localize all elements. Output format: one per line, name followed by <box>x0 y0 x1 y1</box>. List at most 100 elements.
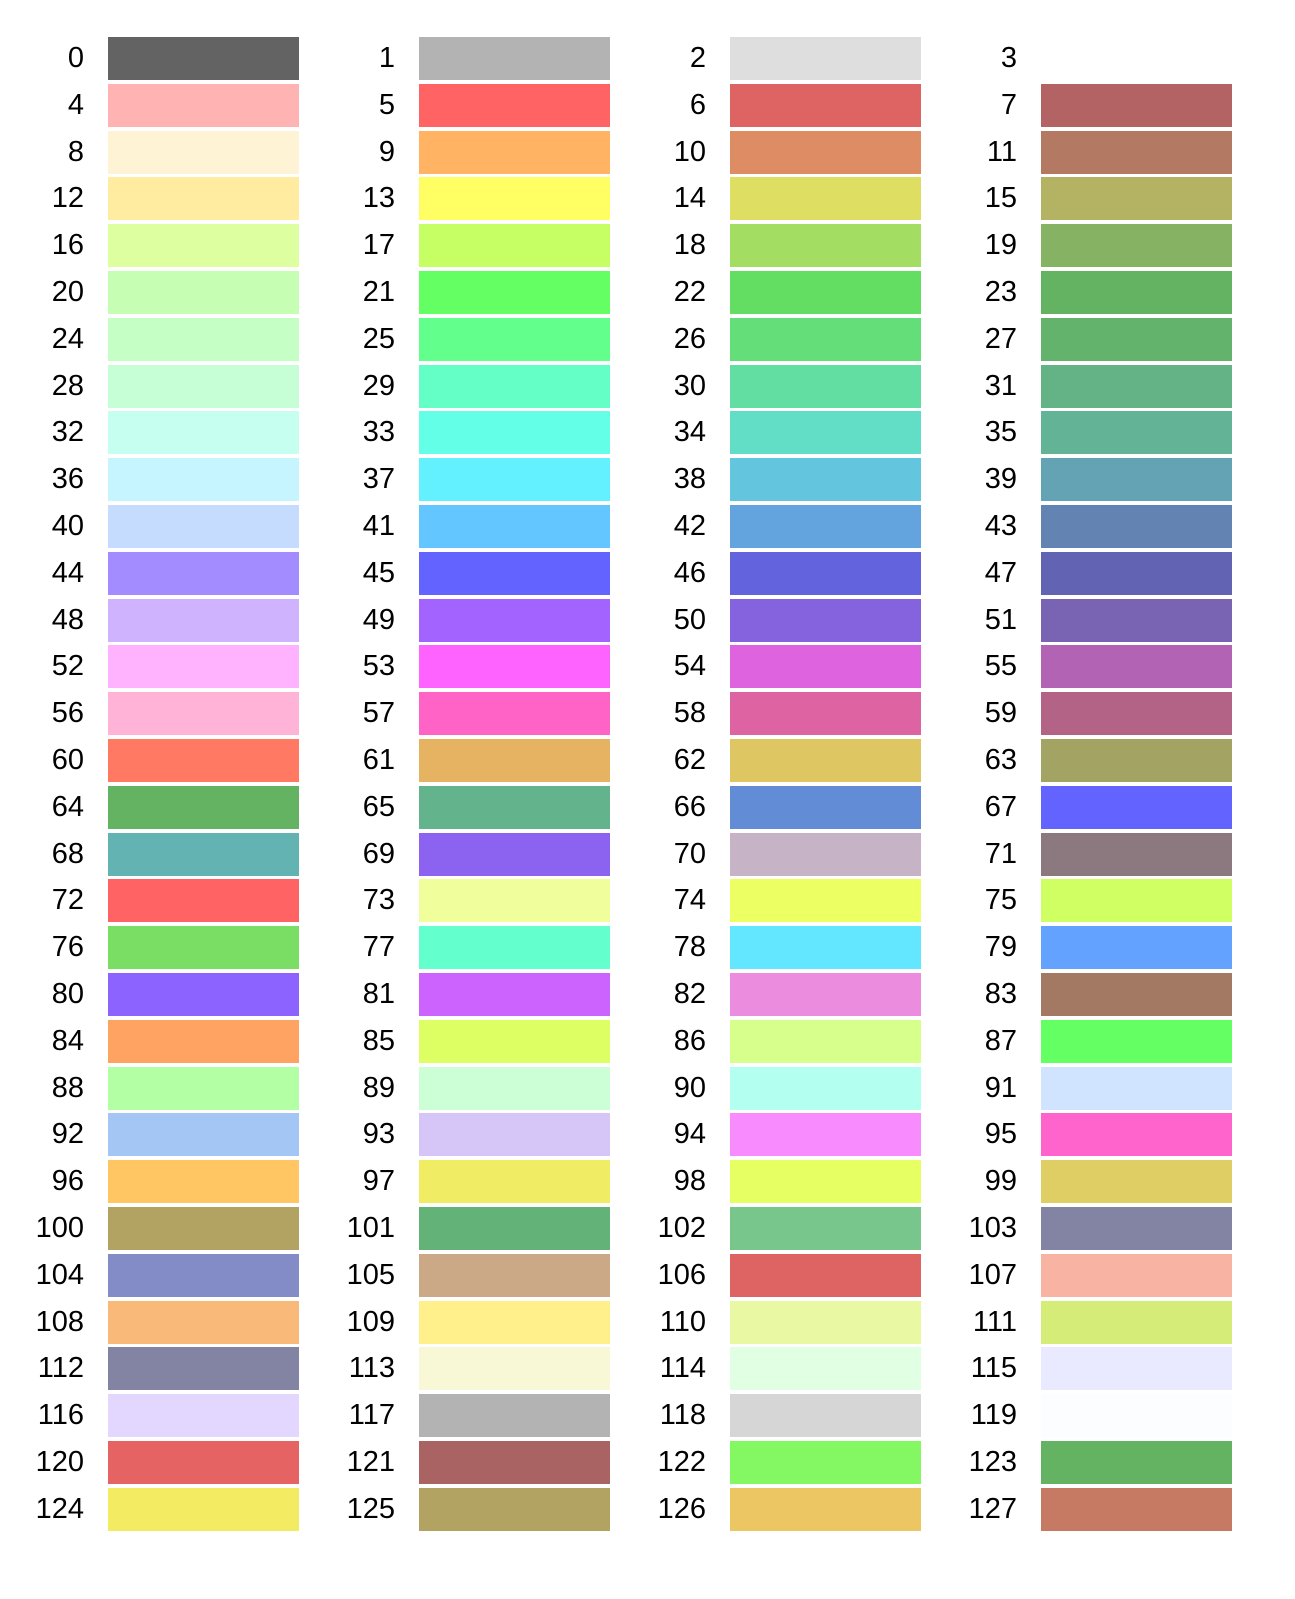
palette-entry-37: 37 <box>310 458 610 502</box>
palette-index-label: 3 <box>1000 42 1017 74</box>
palette-entry-54: 54 <box>621 645 921 689</box>
color-swatch <box>730 1066 921 1110</box>
palette-entry-81: 81 <box>310 973 610 1016</box>
palette-index-label: 120 <box>35 1446 84 1478</box>
palette-entry-103: 103 <box>932 1207 1232 1250</box>
palette-entry-24: 24 <box>0 317 299 361</box>
palette-entry-0: 0 <box>0 37 299 80</box>
palette-entry-5: 5 <box>310 83 610 127</box>
color-swatch <box>1041 83 1232 127</box>
color-swatch <box>730 1019 921 1063</box>
palette-entry-115: 115 <box>932 1347 1232 1391</box>
palette-entry-17: 17 <box>310 224 610 268</box>
palette-index-label: 7 <box>1000 88 1017 121</box>
palette-entry-120: 120 <box>0 1441 299 1484</box>
palette-index-label: 99 <box>984 1165 1017 1198</box>
palette-index-label: 60 <box>51 744 84 776</box>
palette-index-label: 76 <box>51 931 84 964</box>
color-swatch <box>1041 1394 1232 1438</box>
palette-entry-89: 89 <box>310 1066 610 1110</box>
palette-index-label: 106 <box>657 1258 706 1291</box>
palette-entry-113: 113 <box>310 1347 610 1391</box>
color-swatch <box>419 224 610 268</box>
palette-entry-107: 107 <box>932 1253 1232 1297</box>
color-swatch <box>730 785 921 829</box>
color-swatch <box>419 551 610 595</box>
palette-entry-125: 125 <box>310 1487 610 1531</box>
palette-entry-118: 118 <box>621 1394 921 1438</box>
palette-index-label: 96 <box>51 1165 84 1198</box>
color-swatch <box>1041 832 1232 876</box>
palette-entry-49: 49 <box>310 598 610 642</box>
palette-index-label: 14 <box>673 182 706 215</box>
color-swatch <box>108 1347 299 1391</box>
color-swatch <box>419 37 610 80</box>
color-swatch <box>108 1394 299 1438</box>
palette-index-label: 29 <box>362 369 395 402</box>
palette-index-label: 56 <box>51 697 84 730</box>
color-swatch <box>1041 1441 1232 1484</box>
palette-index-label: 25 <box>362 322 395 355</box>
palette-entry-86: 86 <box>621 1019 921 1063</box>
color-swatch <box>1041 1160 1232 1204</box>
color-swatch <box>419 598 610 642</box>
palette-entry-94: 94 <box>621 1113 921 1157</box>
palette-index-label: 74 <box>673 884 706 917</box>
palette-index-label: 108 <box>35 1305 84 1338</box>
palette-entry-111: 111 <box>932 1300 1232 1344</box>
palette-entry-31: 31 <box>932 364 1232 408</box>
palette-index-label: 55 <box>984 650 1017 683</box>
palette-entry-21: 21 <box>310 271 610 314</box>
color-swatch <box>730 37 921 80</box>
palette-index-label: 49 <box>362 603 395 636</box>
color-swatch <box>1041 1113 1232 1157</box>
palette-entry-41: 41 <box>310 505 610 548</box>
color-swatch <box>419 130 610 174</box>
palette-entry-38: 38 <box>621 458 921 502</box>
color-swatch <box>108 645 299 689</box>
color-swatch <box>419 1394 610 1438</box>
color-swatch <box>1041 1347 1232 1391</box>
color-swatch <box>108 83 299 127</box>
color-swatch <box>1041 1300 1232 1344</box>
palette-entry-52: 52 <box>0 645 299 689</box>
color-swatch <box>730 458 921 502</box>
palette-entry-112: 112 <box>0 1347 299 1391</box>
color-swatch <box>730 271 921 314</box>
palette-index-label: 72 <box>51 884 84 917</box>
color-swatch <box>108 1441 299 1484</box>
palette-index-label: 64 <box>51 790 84 823</box>
color-swatch <box>1041 739 1232 782</box>
palette-entry-30: 30 <box>621 364 921 408</box>
color-swatch <box>1041 973 1232 1016</box>
color-swatch <box>419 83 610 127</box>
palette-index-label: 84 <box>51 1024 84 1057</box>
palette-entry-68: 68 <box>0 832 299 876</box>
palette-index-label: 119 <box>970 1399 1017 1432</box>
color-swatch <box>730 317 921 361</box>
palette-index-label: 82 <box>673 978 706 1010</box>
color-swatch <box>419 785 610 829</box>
palette-index-label: 47 <box>984 556 1017 589</box>
color-swatch <box>419 1066 610 1110</box>
palette-entry-74: 74 <box>621 879 921 923</box>
color-swatch <box>730 645 921 689</box>
color-swatch <box>1041 177 1232 221</box>
color-swatch <box>419 177 610 221</box>
palette-entry-33: 33 <box>310 411 610 455</box>
palette-index-label: 126 <box>657 1492 706 1525</box>
palette-entry-46: 46 <box>621 551 921 595</box>
palette-index-label: 101 <box>346 1212 395 1244</box>
palette-entry-59: 59 <box>932 692 1232 736</box>
color-swatch <box>419 364 610 408</box>
palette-index-label: 62 <box>673 744 706 776</box>
color-swatch <box>108 317 299 361</box>
palette-index-label: 104 <box>35 1258 84 1291</box>
palette-index-label: 71 <box>984 837 1017 870</box>
palette-index-label: 46 <box>673 556 706 589</box>
palette-entry-76: 76 <box>0 926 299 970</box>
palette-index-label: 37 <box>362 463 395 496</box>
palette-index-label: 118 <box>659 1399 706 1432</box>
color-swatch <box>1041 692 1232 736</box>
palette-entry-106: 106 <box>621 1253 921 1297</box>
